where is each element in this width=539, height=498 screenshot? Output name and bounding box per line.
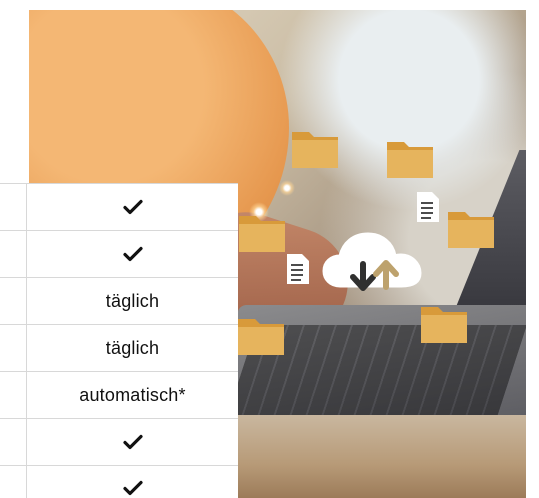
- table-cell-text: täglich: [105, 337, 160, 358]
- checkmark-icon: [122, 434, 143, 450]
- table-row: [0, 466, 238, 498]
- document-icon: [417, 192, 439, 222]
- cloud-upload-download-icon: [322, 232, 422, 291]
- table-cell: [27, 184, 238, 230]
- folder-icon: [238, 319, 284, 355]
- table-cell: [27, 231, 238, 277]
- checkmark-icon: [122, 480, 143, 496]
- folder-icon: [448, 212, 494, 248]
- table-row: täglich: [0, 278, 238, 325]
- table-row: [0, 419, 238, 466]
- folder-icon: [421, 307, 467, 343]
- table-row: automatisch*: [0, 372, 238, 419]
- screenshot-frame: täglich täglich automatisch*: [0, 0, 539, 498]
- table-row: [0, 231, 238, 278]
- folder-icon: [239, 216, 285, 252]
- table-cell: [27, 466, 238, 498]
- checkmark-icon: [122, 199, 143, 215]
- table-cell: [27, 419, 238, 465]
- feature-comparison-table: täglich täglich automatisch*: [0, 183, 238, 498]
- table-row: täglich: [0, 325, 238, 372]
- table-cell-text: täglich: [105, 290, 160, 311]
- document-icon: [287, 254, 309, 284]
- table-row: [0, 184, 238, 231]
- sparkle-light: [279, 180, 295, 196]
- folder-icon: [387, 142, 433, 178]
- folder-icon: [292, 132, 338, 168]
- table-cell-text: automatisch*: [79, 384, 186, 405]
- checkmark-icon: [122, 246, 143, 262]
